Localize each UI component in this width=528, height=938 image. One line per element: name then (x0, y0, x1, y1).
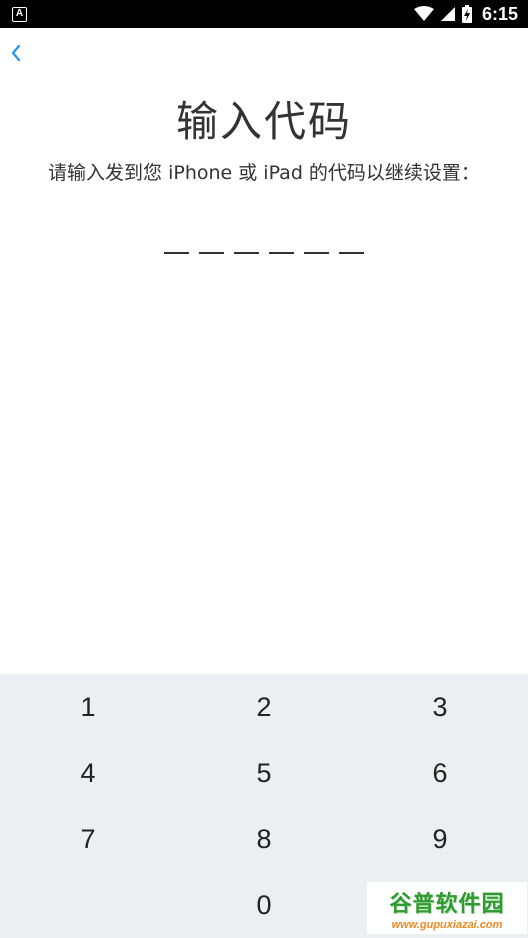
watermark-title: 谷普软件园 (389, 891, 505, 917)
battery-charging-icon (461, 5, 472, 23)
code-slot (269, 252, 294, 254)
watermark-url: www.gupuxiazai.com (391, 918, 503, 931)
code-slot (234, 252, 259, 254)
code-slot (199, 252, 224, 254)
page-subtitle: 请输入发到您 iPhone 或 iPad 的代码以继续设置： (48, 162, 480, 184)
key-4[interactable]: 4 (0, 740, 176, 806)
key-5[interactable]: 5 (176, 740, 352, 806)
code-input[interactable] (164, 252, 364, 256)
code-slot (339, 252, 364, 254)
wifi-icon (413, 6, 434, 21)
code-slot (304, 252, 329, 254)
key-0[interactable]: 0 (176, 872, 352, 938)
back-button[interactable] (2, 38, 30, 68)
page-title: 输入代码 (175, 97, 352, 146)
watermark: 谷普软件园 www.gupuxiazai.com (367, 882, 527, 934)
key-8[interactable]: 8 (176, 806, 352, 872)
app-notification-icon: A (12, 6, 27, 22)
code-slot (164, 252, 189, 254)
keypad-blank (0, 872, 176, 938)
status-right: 6:15 (413, 3, 518, 25)
key-9[interactable]: 9 (352, 806, 528, 872)
cellular-signal-icon (440, 7, 455, 21)
status-left: A (12, 6, 27, 22)
key-6[interactable]: 6 (352, 740, 528, 806)
chevron-left-icon (11, 44, 21, 62)
status-bar: A 6:15 (0, 0, 528, 28)
key-3[interactable]: 3 (352, 674, 528, 740)
status-time: 6:15 (481, 3, 518, 24)
key-7[interactable]: 7 (0, 806, 176, 872)
key-2[interactable]: 2 (176, 674, 352, 740)
key-1[interactable]: 1 (0, 674, 176, 740)
